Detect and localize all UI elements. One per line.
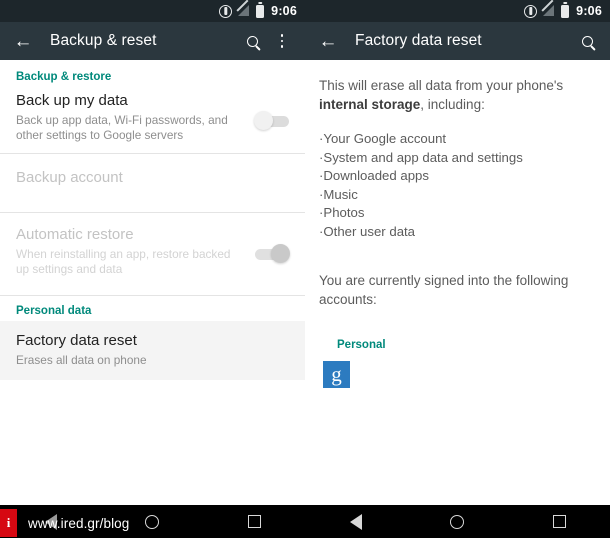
vibrate-icon [524,4,538,18]
row-title: Automatic restore [16,226,134,243]
list-item: ·Photos [319,205,365,220]
setting-row-factory-data-reset[interactable]: Factory data reset Erases all data on ph… [0,321,305,380]
row-title: Factory data reset [16,332,137,349]
right-nav-bar [305,505,610,538]
watermark-badge: i [0,509,17,537]
toggle-thumb [271,244,290,263]
back-nav-button[interactable] [336,505,376,538]
overflow-menu-button[interactable] [269,28,295,54]
status-bar-icons: 9:06 [524,0,602,18]
erase-warning-after: , including: [420,97,485,112]
google-account-icon: g [323,361,350,388]
back-arrow-icon[interactable]: ← [10,28,36,54]
erase-warning-before: This will erase all data from your phone… [319,78,564,93]
factory-reset-content: This will erase all data from your phone… [305,60,610,538]
home-nav-icon [450,514,465,529]
erase-warning-bold: internal storage [319,97,421,112]
watermark-text: www.ired.gr/blog [28,515,130,531]
toolbar-actions [574,28,600,54]
battery-icon [561,4,570,18]
overflow-menu-icon [280,34,284,48]
status-bar: 9:06 [0,0,305,22]
toggle-thumb [254,111,273,130]
no-signal-icon [236,0,250,17]
row-title: Back up my data [16,92,128,109]
dual-screenshot-container: 9:06 ← Backup & reset Backup & restore B [0,0,610,538]
back-up-my-data-toggle[interactable] [254,111,289,130]
search-button[interactable] [574,28,600,54]
status-bar-icons: 9:06 [219,0,297,18]
settings-list: Backup & restore Back up my data Back up… [0,60,305,538]
automatic-restore-toggle[interactable] [255,244,290,263]
toolbar-actions [239,28,295,54]
factory-reset-body: This will erase all data from your phone… [305,60,610,388]
home-nav-button[interactable] [132,505,172,538]
section-header-backup-restore: Backup & restore [16,71,112,83]
row-title: Backup account [16,169,123,186]
home-nav-button[interactable] [437,505,477,538]
list-item: ·Your Google account [319,131,447,146]
row-text-wrap: Factory data reset Erases all data on ph… [16,331,289,368]
right-phone-screen: 9:06 ← Factory data reset This will eras… [305,0,610,538]
home-nav-icon [145,514,160,529]
left-phone-screen: 9:06 ← Backup & reset Backup & restore B [0,0,305,538]
section-header-personal-data: Personal data [16,305,92,317]
list-item: ·Other user data [319,223,416,239]
list-item: ·Music [319,186,358,202]
recents-nav-button[interactable] [234,505,274,538]
signed-in-accounts-text: You are currently signed into the follow… [319,273,569,307]
row-subtitle: When reinstalling an app, restore backed… [16,247,231,276]
search-icon [581,35,593,47]
left-toolbar: ← Backup & reset [0,22,305,60]
erase-warning-text: This will erase all data from your phone… [319,76,596,114]
setting-row-back-up-my-data[interactable]: Back up my data Back up app data, Wi-Fi … [0,89,305,153]
list-item: ·Downloaded apps [319,168,429,183]
search-button[interactable] [239,28,265,54]
recents-nav-icon [247,515,261,528]
list-item: ·System and app data and settings [319,149,523,165]
status-bar: 9:06 [305,0,610,22]
status-bar-clock: 9:06 [271,4,297,18]
status-bar-clock: 9:06 [576,4,602,18]
watermark-badge-letter: i [6,515,11,530]
recents-nav-icon [552,515,566,528]
battery-icon [256,4,265,18]
google-account-letter: g [331,362,342,386]
page-title: Factory data reset [355,32,482,49]
account-group-label: Personal [337,339,386,351]
row-subtitle: Back up app data, Wi-Fi passwords, and o… [16,113,228,142]
vibrate-icon [219,4,233,18]
site-watermark: i www.ired.gr/blog [0,508,129,538]
search-icon [246,35,258,47]
setting-row-automatic-restore[interactable]: Automatic restore When reinstalling an a… [0,213,305,295]
back-arrow-icon[interactable]: ← [315,28,341,54]
recents-nav-button[interactable] [539,505,579,538]
setting-row-backup-account[interactable]: Backup account [0,154,305,212]
page-title: Backup & reset [50,32,157,49]
row-subtitle: Erases all data on phone [16,353,147,367]
back-nav-icon [349,513,362,530]
no-signal-icon [541,0,555,17]
erase-items-list: ·Your Google account ·System and app dat… [319,130,596,241]
right-toolbar: ← Factory data reset [305,22,610,60]
